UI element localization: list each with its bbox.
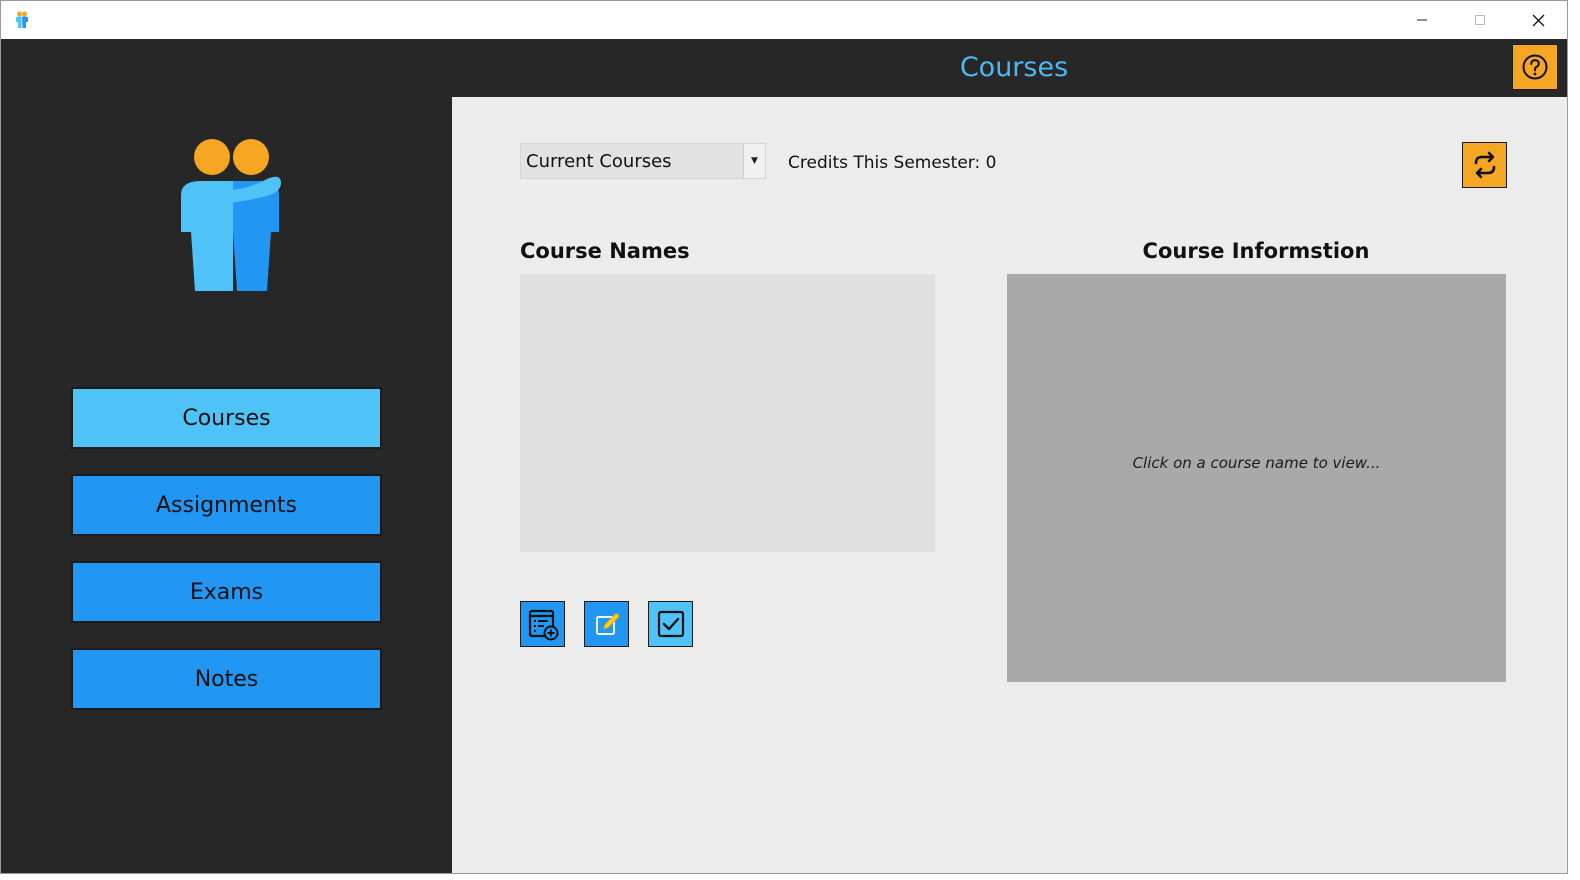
- people-logo-icon: [181, 139, 281, 291]
- course-info-panel: Click on a course name to view...: [1007, 274, 1506, 682]
- close-icon: [1532, 14, 1544, 26]
- question-circle-icon: [1522, 54, 1548, 80]
- nav-notes-button[interactable]: Notes: [71, 648, 382, 710]
- nav-courses-button[interactable]: Courses: [71, 387, 382, 449]
- course-filter-dropdown[interactable]: Current Courses ▼: [520, 143, 766, 179]
- page-title: Courses: [959, 52, 1069, 83]
- sidebar: Courses Assignments Exams Notes: [1, 97, 452, 873]
- close-button[interactable]: [1509, 1, 1567, 39]
- add-course-button[interactable]: [520, 601, 565, 647]
- course-info-heading: Course Informstion: [1142, 239, 1370, 263]
- course-filter-value: Current Courses: [526, 151, 672, 172]
- chevron-down-icon[interactable]: ▼: [743, 144, 765, 178]
- minimize-icon: [1417, 19, 1427, 21]
- edit-course-button[interactable]: [584, 601, 629, 647]
- help-button[interactable]: [1512, 44, 1558, 90]
- credits-label: Credits This Semester: 0: [788, 153, 997, 173]
- course-info-placeholder: Click on a course name to view...: [1132, 454, 1381, 472]
- title-bar: [1, 1, 1567, 39]
- checkbox-icon: [657, 610, 684, 638]
- minimize-button[interactable]: [1393, 1, 1451, 39]
- refresh-button[interactable]: [1462, 142, 1507, 188]
- course-names-heading: Course Names: [520, 239, 690, 263]
- edit-icon: [595, 613, 619, 635]
- refresh-icon: [1474, 151, 1495, 179]
- main-content: Current Courses ▼ Credits This Semester:…: [452, 97, 1567, 873]
- nav-exams-button[interactable]: Exams: [71, 561, 382, 623]
- nav-assignments-button[interactable]: Assignments: [71, 474, 382, 536]
- add-list-icon: [528, 609, 558, 641]
- app-window: Courses Courses Assignments Exams Notes …: [0, 0, 1568, 874]
- app-people-icon: [16, 11, 28, 28]
- maximize-icon: [1475, 15, 1485, 25]
- course-names-list[interactable]: [520, 274, 935, 552]
- header-bar: Courses: [1, 39, 1567, 97]
- complete-course-button[interactable]: [648, 601, 693, 647]
- maximize-button[interactable]: [1451, 1, 1509, 39]
